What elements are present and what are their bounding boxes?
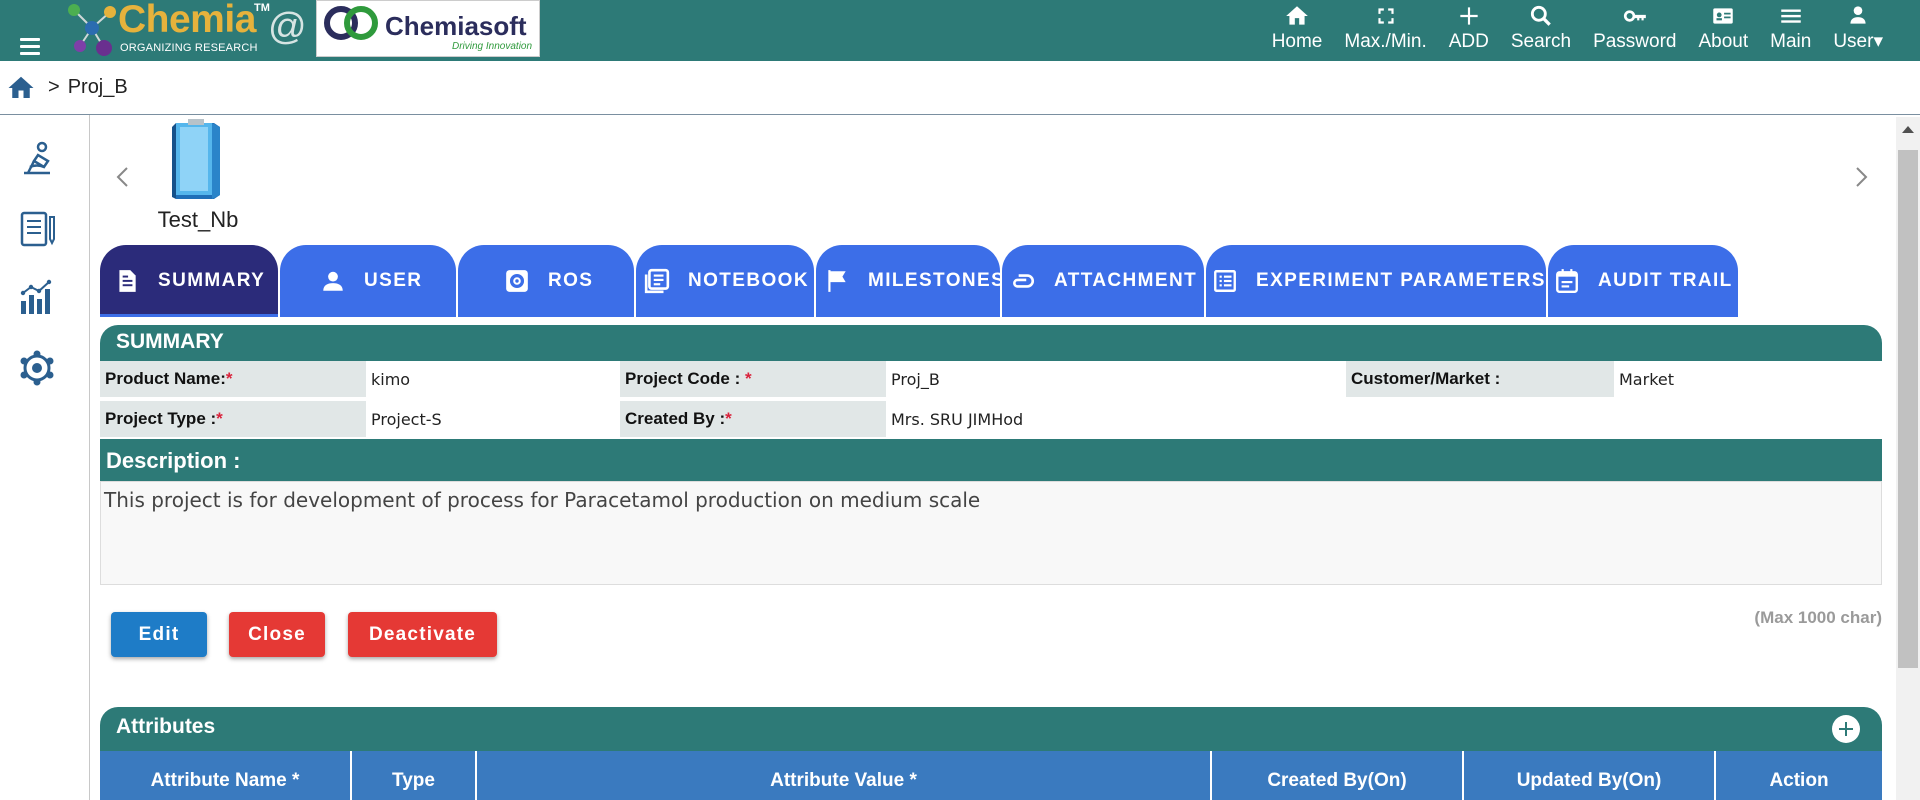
column-header[interactable]: Type (352, 751, 477, 800)
menu-icon (1780, 9, 1801, 23)
nav-about[interactable]: About (1687, 0, 1759, 58)
fullscreen-icon (1377, 8, 1394, 24)
chevron-left-icon[interactable] (114, 165, 132, 189)
add-attribute-button[interactable] (1832, 715, 1860, 743)
molecule-logo-icon (68, 4, 116, 56)
column-header[interactable]: Updated By(On) (1464, 751, 1716, 800)
created-by-label: Created By :* (620, 401, 886, 437)
top-navbar: Chemia TM ORGANIZING RESEARCH @ Chemiaso… (0, 0, 1920, 61)
deactivate-button[interactable]: Deactivate (348, 612, 497, 657)
created-by-value: Mrs. SRU JIMHod (886, 401, 1346, 437)
project-code-label: Project Code : * (620, 361, 886, 397)
required-marker: * (725, 409, 732, 428)
tab-experiment-parameters[interactable]: EXPERIMENT PARAMETERS (1206, 245, 1546, 317)
tab-ros[interactable]: ROS (458, 245, 634, 317)
flag-icon (828, 270, 846, 292)
analytics-chart-icon[interactable] (16, 277, 58, 319)
tab-milestones[interactable]: MILESTONES (816, 245, 1004, 317)
product-name-value: kimo (366, 361, 620, 397)
partner-name: Chemiasoft (385, 11, 527, 41)
nav-home[interactable]: Home (1261, 0, 1334, 58)
project-tabs: SUMMARY USER ROS NOTEBOOK MILESTONES ATT… (100, 245, 1882, 317)
project-type-value: Project-S (366, 401, 620, 437)
paperclip-icon (1013, 274, 1034, 288)
nav-max-min[interactable]: Max./Min. (1333, 0, 1437, 58)
search-icon (1530, 5, 1551, 26)
scroll-up-arrow-icon[interactable] (1902, 126, 1914, 133)
customer-market-value: Market (1614, 361, 1882, 397)
tab-notebook[interactable]: NOTEBOOK (636, 245, 814, 317)
key-icon (1623, 10, 1646, 22)
hamburger-menu-icon[interactable] (20, 38, 40, 55)
column-header[interactable]: Action (1716, 751, 1882, 800)
nav-user[interactable]: User▾ (1822, 0, 1894, 58)
attributes-section-header: Attributes (100, 707, 1882, 751)
chemia-logo[interactable]: Chemia TM ORGANIZING RESEARCH @ (62, 0, 308, 58)
chemiasoft-mark-icon (324, 6, 378, 40)
breadcrumb-current[interactable]: Proj_B (68, 76, 128, 99)
plus-icon (1460, 7, 1478, 25)
max-char-hint: (Max 1000 char) (1754, 608, 1882, 627)
partner-tagline: Driving Innovation (452, 41, 533, 52)
product-name-label: Product Name:* (100, 361, 366, 397)
calendar-icon (1556, 269, 1578, 294)
chevron-right-icon[interactable] (1852, 165, 1870, 189)
summary-fields: Product Name:* kimo Project Code : * Pro… (100, 361, 1882, 439)
id-card-icon (1713, 8, 1734, 24)
notebook-carousel: Test_Nb (100, 117, 1882, 235)
home-icon[interactable] (6, 73, 36, 103)
notebook-title: Test_Nb (157, 207, 239, 232)
attributes-table-header: Attribute Name * Type Attribute Value * … (100, 751, 1882, 800)
top-nav-menu: Home Max./Min. ADD Search Password About… (1261, 0, 1894, 61)
chevron-down-icon: ▾ (1873, 31, 1883, 52)
required-marker: * (225, 369, 233, 388)
summary-section-header: SUMMARY (100, 325, 1882, 361)
close-button[interactable]: Close (229, 612, 325, 657)
nav-search[interactable]: Search (1500, 0, 1582, 58)
home-icon (1286, 6, 1308, 25)
nav-main[interactable]: Main (1759, 0, 1822, 58)
microscope-icon[interactable] (16, 137, 58, 179)
edit-button[interactable]: Edit (111, 612, 207, 657)
settings-network-icon[interactable] (16, 347, 58, 389)
notebook-list-icon (644, 268, 670, 294)
notebook-card[interactable]: Test_Nb (138, 117, 258, 235)
column-header[interactable]: Attribute Name * (100, 751, 352, 800)
brand-at-symbol: @ (268, 6, 307, 48)
column-header[interactable]: Created By(On) (1212, 751, 1464, 800)
left-sidebar (0, 115, 90, 800)
scrollbar-thumb[interactable] (1898, 150, 1918, 668)
customer-market-label: Customer/Market : (1346, 361, 1614, 397)
notebook-book-icon (172, 119, 220, 199)
chemiasoft-logo[interactable]: Chemiasoft Driving Innovation (316, 0, 540, 57)
tab-audit-trail[interactable]: AUDIT TRAIL (1548, 245, 1738, 317)
brand-name: Chemia (118, 0, 256, 41)
breadcrumb-separator: > (48, 76, 60, 98)
attributes-title: Attributes (116, 715, 216, 738)
gear-box-icon (506, 270, 528, 292)
user-icon (1850, 6, 1866, 24)
description-text: This project is for development of proce… (100, 481, 1882, 585)
column-header[interactable]: Attribute Value * (477, 751, 1212, 800)
tab-summary[interactable]: SUMMARY (100, 245, 278, 317)
required-marker: * (744, 369, 752, 388)
notebook-icon[interactable] (16, 207, 58, 249)
description-header: Description : (100, 439, 1882, 481)
project-detail-panel: Test_Nb SUMMARY USER ROS NOTEBOOK MILEST… (100, 117, 1882, 800)
nav-add[interactable]: ADD (1438, 0, 1500, 58)
tab-attachment[interactable]: ATTACHMENT (1002, 245, 1204, 317)
project-code-value: Proj_B (886, 361, 1346, 397)
breadcrumb: > Proj_B (0, 61, 1920, 115)
required-marker: * (216, 409, 223, 428)
list-box-icon (1214, 270, 1236, 292)
document-icon (119, 270, 136, 292)
nav-password[interactable]: Password (1582, 0, 1687, 58)
user-label: User (1833, 31, 1874, 52)
tab-user[interactable]: USER (280, 245, 456, 317)
brand-tagline: ORGANIZING RESEARCH (120, 42, 258, 54)
person-icon (323, 271, 343, 291)
project-type-label: Project Type :* (100, 401, 366, 437)
